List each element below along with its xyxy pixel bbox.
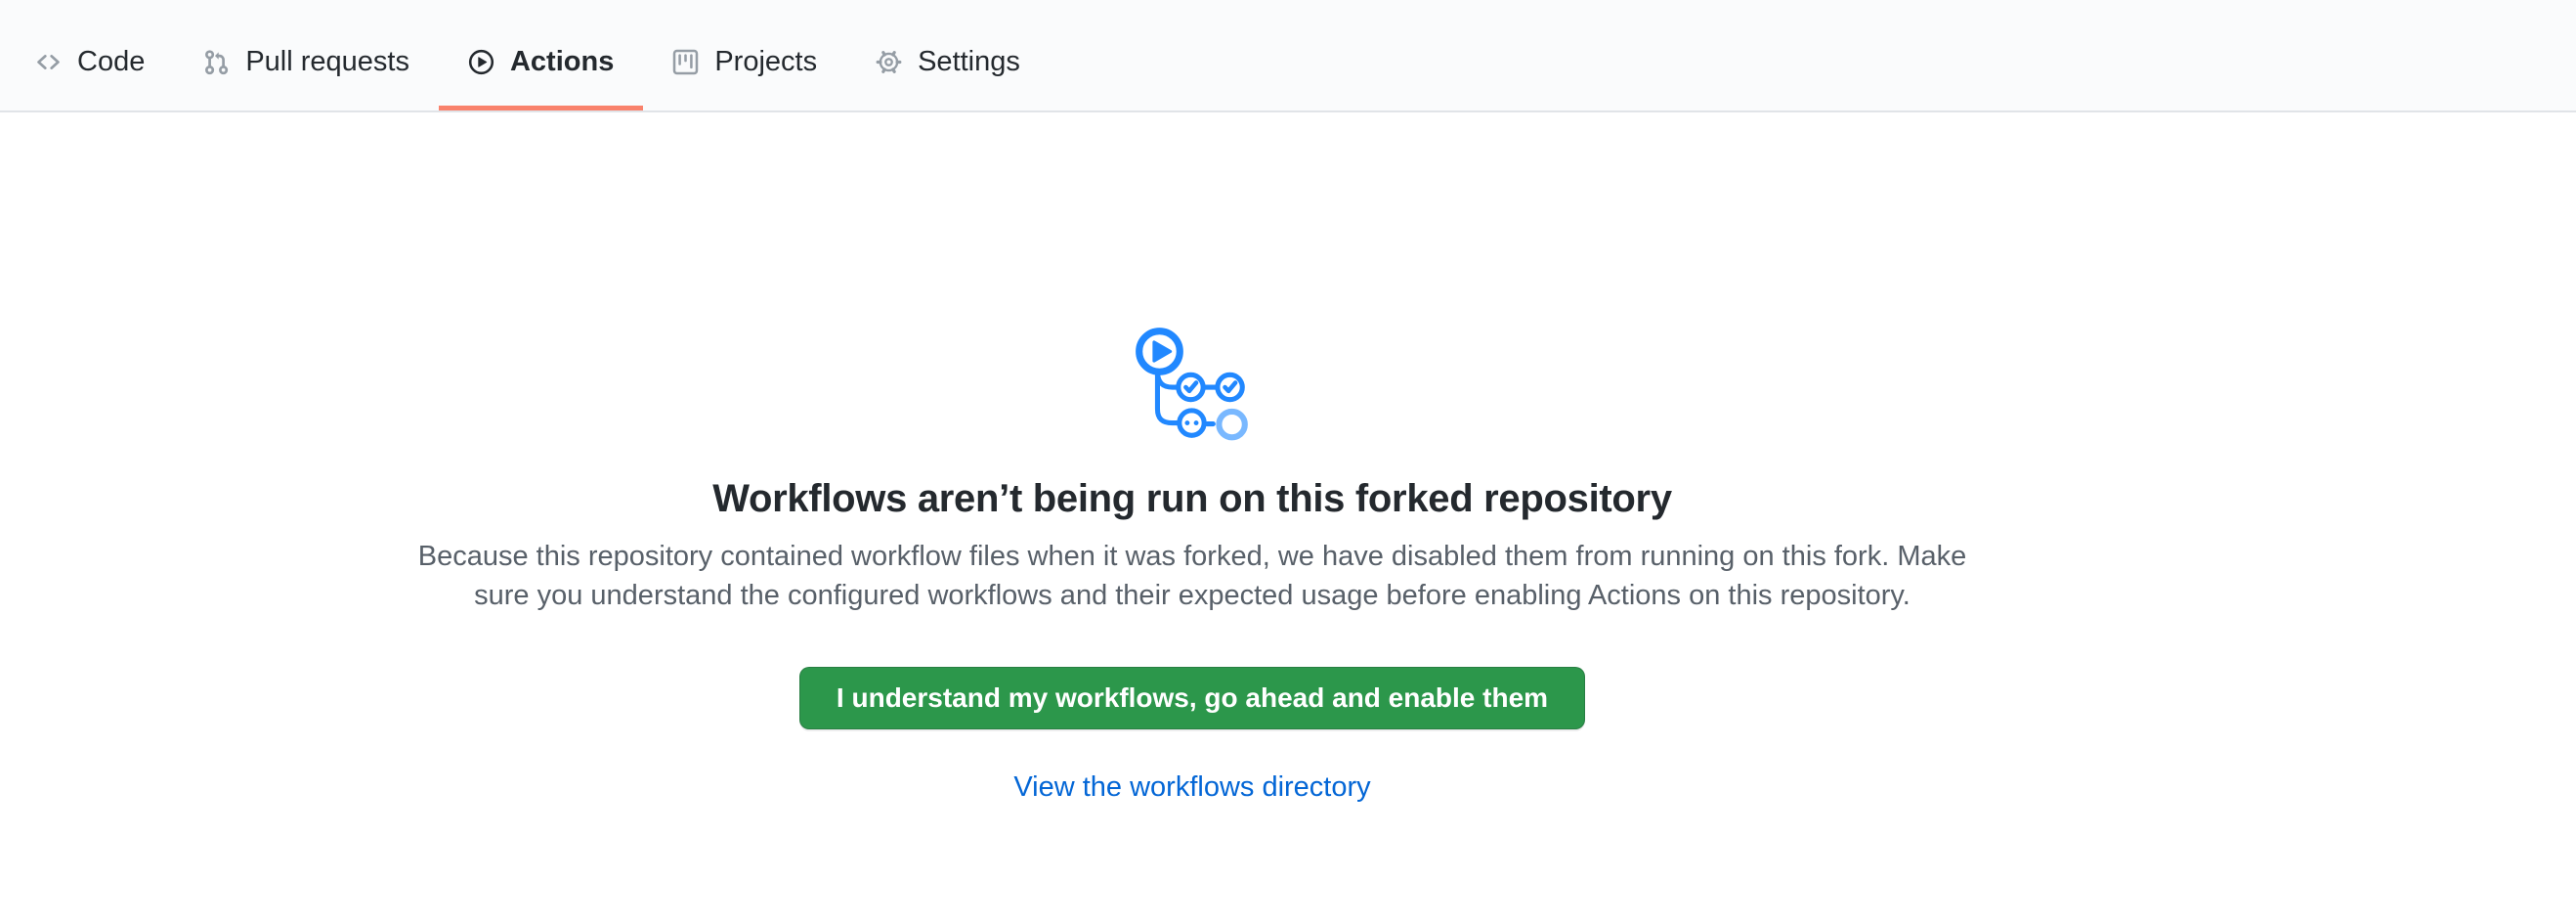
tab-label: Settings bbox=[918, 46, 1020, 78]
tab-label: Projects bbox=[714, 46, 817, 78]
actions-blankslate: Workflows aren’t being run on this forke… bbox=[401, 112, 1984, 804]
page-title: Workflows aren’t being run on this forke… bbox=[712, 477, 1672, 521]
tab-label: Code bbox=[77, 46, 145, 78]
tab-label: Actions bbox=[510, 46, 614, 78]
tab-label: Pull requests bbox=[245, 46, 409, 78]
tab-settings[interactable]: Settings bbox=[846, 0, 1050, 110]
tab-code[interactable]: Code bbox=[6, 0, 174, 110]
actions-workflow-graph-icon bbox=[1128, 321, 1257, 450]
git-pull-request-icon bbox=[203, 49, 230, 75]
tab-actions[interactable]: Actions bbox=[439, 0, 643, 110]
enable-workflows-button[interactable]: I understand my workflows, go ahead and … bbox=[799, 667, 1585, 729]
code-icon bbox=[35, 49, 62, 75]
tab-pull-requests[interactable]: Pull requests bbox=[174, 0, 439, 110]
project-icon bbox=[672, 49, 699, 75]
gear-icon bbox=[876, 49, 902, 75]
play-icon bbox=[468, 49, 494, 75]
view-workflows-directory-link[interactable]: View the workflows directory bbox=[1013, 771, 1370, 804]
tab-projects[interactable]: Projects bbox=[643, 0, 846, 110]
blankslate-description: Because this repository contained workfl… bbox=[401, 537, 1984, 615]
repo-nav: Code Pull requests Actions bbox=[0, 0, 2576, 112]
